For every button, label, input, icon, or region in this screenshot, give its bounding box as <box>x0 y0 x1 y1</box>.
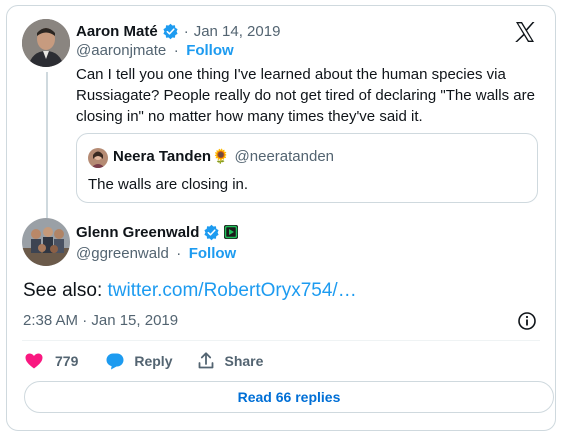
separator-dot: · <box>173 42 179 59</box>
parent-header: Aaron Maté · Jan 14, 2019 <box>76 21 280 41</box>
like-count: 779 <box>55 353 79 369</box>
reply-tweet-text: See also: twitter.com/RobertOryx754/… <box>23 280 357 302</box>
share-icon <box>196 351 216 371</box>
media-affiliate-badge-icon <box>224 225 239 239</box>
reply-button[interactable]: Reply <box>105 351 172 371</box>
share-button[interactable]: Share <box>196 351 263 371</box>
text-line: Russiagate? People really do not get tir… <box>76 87 535 104</box>
reply-bubble-icon <box>105 351 125 371</box>
heart-icon <box>24 351 44 371</box>
quote-header: Neera Tanden 🌻 @neeratanden <box>113 148 334 165</box>
author-name[interactable]: Aaron Maté <box>76 23 158 40</box>
quote-text: The walls are closing in. <box>88 176 249 193</box>
quote-author-handle: @neeratanden <box>234 148 335 165</box>
avatar-aaron-mate[interactable] <box>22 19 70 67</box>
author-handle[interactable]: @aaronjmate <box>76 42 166 59</box>
reply-handle-row: @ggreenwald · Follow <box>76 245 236 265</box>
x-logo-icon[interactable] <box>513 20 537 44</box>
reply-author-handle[interactable]: @ggreenwald <box>76 245 169 262</box>
follow-button[interactable]: Follow <box>186 42 234 59</box>
share-label: Share <box>224 353 264 369</box>
reply-author-name[interactable]: Glenn Greenwald <box>76 224 199 241</box>
reply-link[interactable]: twitter.com/RobertOryx754/… <box>108 280 357 301</box>
like-button[interactable]: 779 <box>24 351 78 371</box>
separator-dot: · <box>176 245 182 262</box>
parent-tweet-text: Can I tell you one thing I've learned ab… <box>76 64 546 127</box>
quoted-tweet[interactable]: Neera Tanden 🌻 @neeratanden The walls ar… <box>76 133 538 203</box>
quote-author-name: Neera Tanden <box>113 148 212 165</box>
read-replies-button[interactable]: Read 66 replies <box>24 381 554 413</box>
verified-badge-icon <box>162 23 179 40</box>
reply-text-prefix: See also: <box>23 280 108 301</box>
avatar-glenn-greenwald[interactable] <box>22 218 70 266</box>
avatar-neera-tanden <box>88 148 108 168</box>
follow-button[interactable]: Follow <box>189 245 237 262</box>
reply-timestamp[interactable]: 2:38 AM · Jan 15, 2019 <box>23 312 178 329</box>
text-line: closing in" no matter how many times the… <box>76 108 423 125</box>
reply-header: Glenn Greenwald <box>76 222 239 242</box>
tweet-date[interactable]: Jan 14, 2019 <box>194 23 281 40</box>
parent-handle-row: @aaronjmate · Follow <box>76 42 234 62</box>
action-bar: 779 Reply Share <box>24 350 263 372</box>
text-line: Can I tell you one thing I've learned ab… <box>76 66 506 83</box>
reply-label: Reply <box>134 353 173 369</box>
divider <box>22 340 540 341</box>
thread-connector-line <box>46 72 48 218</box>
sunflower-emoji: 🌻 <box>212 148 230 164</box>
separator-dot: · <box>183 22 189 40</box>
info-icon[interactable] <box>517 311 537 331</box>
verified-badge-icon <box>203 224 220 241</box>
